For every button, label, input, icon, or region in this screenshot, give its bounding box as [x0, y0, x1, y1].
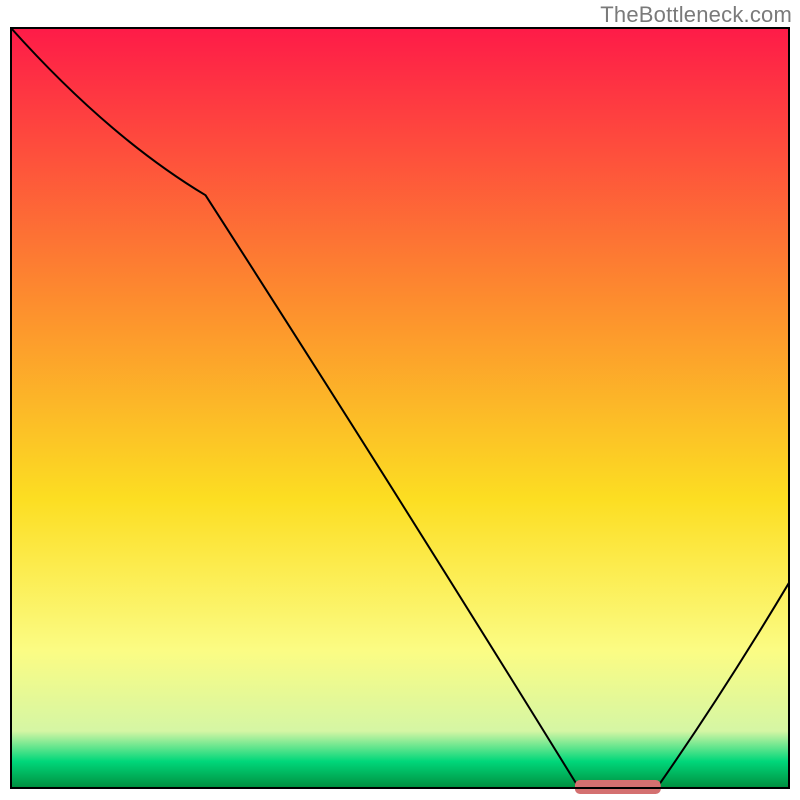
watermark-label: TheBottleneck.com: [600, 2, 792, 28]
bottleneck-chart: [0, 0, 800, 800]
chart-canvas: TheBottleneck.com: [0, 0, 800, 800]
